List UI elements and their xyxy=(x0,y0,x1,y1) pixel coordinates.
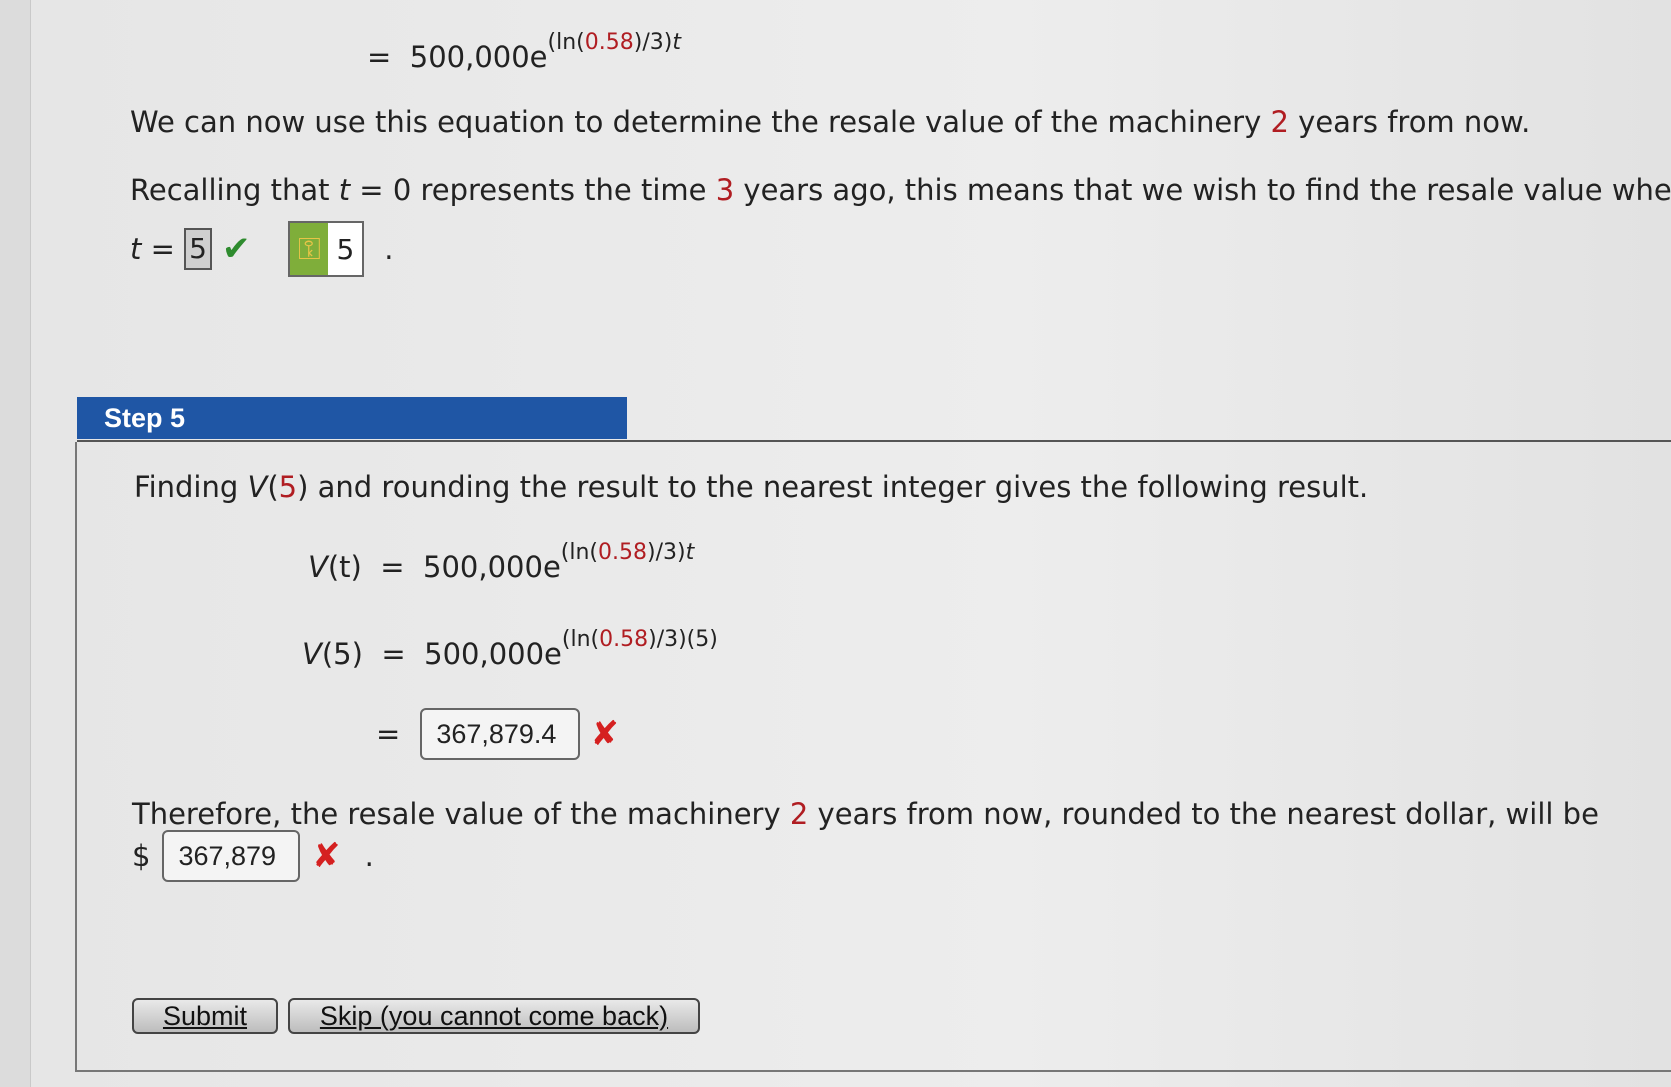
submit-button[interactable]: Submit xyxy=(132,998,278,1034)
t-answer-line: t = 5 ✔ ⚿ 5 . xyxy=(130,221,394,277)
equation-v-5: V(5) = 500,000e(ln(0.58)/3)(5) xyxy=(302,627,718,671)
final-answer-field[interactable]: 367,879 xyxy=(162,830,301,882)
paragraph-recalling: Recalling that t = 0 represents the time… xyxy=(130,173,1671,207)
t-answer-field[interactable]: 5 xyxy=(184,228,212,270)
equation-v-t: V(t) = 500,000e(ln(0.58)/3)t xyxy=(308,540,695,584)
skip-button[interactable]: Skip (you cannot come back) xyxy=(288,998,700,1034)
therefore-paragraph: Therefore, the resale value of the machi… xyxy=(132,797,1599,831)
x-mark-icon: ✘ xyxy=(312,836,341,876)
top-equation: = 500,000e(ln(0.58)/3)t xyxy=(367,30,681,74)
equation-result: = 367,879.4 ✘ xyxy=(376,708,619,760)
key-icon: ⚿ xyxy=(290,223,329,275)
paragraph-equation-use: We can now use this equation to determin… xyxy=(130,105,1531,139)
checkmark-icon: ✔ xyxy=(221,229,251,269)
finding-paragraph: Finding V(5) and rounding the result to … xyxy=(134,470,1369,504)
step-header: Step 5 xyxy=(77,397,627,439)
answer-key-box[interactable]: ⚿ 5 xyxy=(288,221,365,277)
x-mark-icon: ✘ xyxy=(590,714,619,754)
step-panel xyxy=(75,442,1671,1072)
final-answer-line: $ 367,879 ✘ . xyxy=(132,830,374,882)
v5-answer-field[interactable]: 367,879.4 xyxy=(420,708,581,760)
key-value: 5 xyxy=(336,232,355,266)
